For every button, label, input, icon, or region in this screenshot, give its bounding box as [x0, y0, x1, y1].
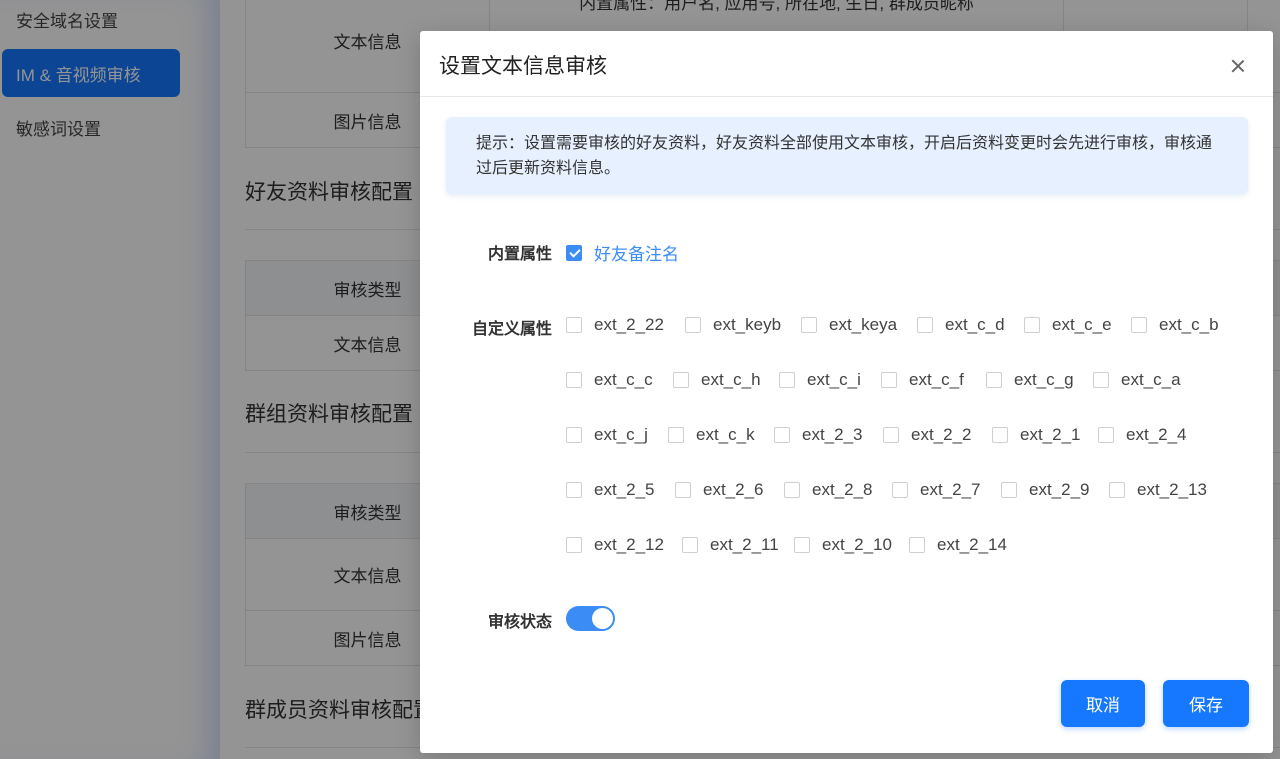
checkbox-box[interactable]	[668, 427, 684, 443]
checkbox-label: ext_2_2	[911, 425, 972, 444]
checkbox-box[interactable]	[1131, 317, 1147, 333]
custom-checkbox-ext-2-3[interactable]: ext_2_3	[774, 425, 863, 445]
custom-checkbox-ext-2-13[interactable]: ext_2_13	[1109, 480, 1207, 500]
checkbox-label: 好友备注名	[594, 245, 679, 264]
checkbox-label: ext_c_k	[696, 425, 755, 444]
checkbox-box[interactable]	[986, 372, 1002, 388]
custom-checkbox-ext-2-22[interactable]: ext_2_22	[566, 315, 664, 335]
checkbox-box[interactable]	[682, 537, 698, 553]
custom-checkbox-ext-2-12[interactable]: ext_2_12	[566, 535, 664, 555]
checkbox-check-icon[interactable]	[566, 244, 582, 261]
close-icon[interactable]	[1229, 57, 1247, 75]
cancel-button[interactable]: 取消	[1061, 680, 1145, 727]
checkbox-label: ext_keya	[829, 315, 898, 334]
custom-checkbox-ext-keyb[interactable]: ext_keyb	[685, 315, 781, 335]
checkbox-box[interactable]	[917, 317, 933, 333]
checkbox-label: ext_c_a	[1121, 370, 1181, 389]
dialog-divider	[420, 96, 1273, 97]
checkbox-label: ext_2_3	[802, 425, 863, 444]
checkbox-label: ext_2_22	[594, 315, 664, 334]
checkbox-box[interactable]	[883, 427, 899, 443]
checkbox-box[interactable]	[784, 482, 800, 498]
custom-checkbox-ext-2-1[interactable]: ext_2_1	[992, 425, 1081, 445]
checkbox-box[interactable]	[1098, 427, 1114, 443]
custom-checkbox-ext-2-8[interactable]: ext_2_8	[784, 480, 873, 500]
checkbox-box[interactable]	[1109, 482, 1125, 498]
checkbox-box[interactable]	[774, 427, 790, 443]
review-status-label: 审核状态	[487, 614, 552, 631]
custom-checkbox-ext-2-2[interactable]: ext_2_2	[883, 425, 972, 445]
checkbox-box[interactable]	[779, 372, 795, 388]
checkbox-label: ext_c_d	[945, 315, 1005, 334]
checkbox-box[interactable]	[1001, 482, 1017, 498]
custom-checkbox-ext-2-7[interactable]: ext_2_7	[892, 480, 981, 500]
checkbox-label: ext_c_j	[594, 425, 648, 444]
custom-checkbox-ext-c-g[interactable]: ext_c_g	[986, 370, 1074, 390]
custom-checkbox-ext-c-f[interactable]: ext_c_f	[881, 370, 964, 390]
checkbox-box[interactable]	[909, 537, 925, 553]
checkbox-label: ext_c_g	[1014, 370, 1074, 389]
custom-attributes-label: 自定义属性	[471, 321, 552, 338]
checkbox-box[interactable]	[892, 482, 908, 498]
dialog-title: 设置文本信息审核	[439, 55, 607, 78]
custom-checkbox-ext-c-j[interactable]: ext_c_j	[566, 425, 648, 445]
checkbox-label: ext_2_4	[1126, 425, 1187, 444]
checkbox-label: ext_2_8	[812, 480, 873, 499]
review-status-toggle[interactable]	[566, 606, 615, 631]
custom-checkbox-ext-keya[interactable]: ext_keya	[801, 315, 897, 335]
checkbox-label: ext_2_9	[1029, 480, 1090, 499]
custom-checkbox-ext-2-10[interactable]: ext_2_10	[794, 535, 892, 555]
checkbox-label: ext_2_10	[822, 535, 892, 554]
custom-checkbox-ext-2-4[interactable]: ext_2_4	[1098, 425, 1187, 445]
checkbox-label: ext_2_11	[710, 535, 779, 554]
checkbox-label: ext_2_5	[594, 480, 655, 499]
checkbox-label: ext_2_1	[1020, 425, 1081, 444]
checkbox-box[interactable]	[881, 372, 897, 388]
checkbox-box[interactable]	[675, 482, 691, 498]
checkbox-box[interactable]	[1024, 317, 1040, 333]
custom-checkbox-ext-c-d[interactable]: ext_c_d	[917, 315, 1005, 335]
checkbox-box[interactable]	[992, 427, 1008, 443]
checkbox-label: ext_c_h	[701, 370, 761, 389]
tip-banner: 提示：设置需要审核的好友资料，好友资料全部使用文本审核，开启后资料变更时会先进行…	[446, 117, 1248, 194]
checkbox-box[interactable]	[685, 317, 701, 333]
checkbox-label: ext_2_13	[1137, 480, 1207, 499]
checkbox-box[interactable]	[801, 317, 817, 333]
custom-checkbox-ext-c-a[interactable]: ext_c_a	[1093, 370, 1181, 390]
custom-checkbox-ext-c-c[interactable]: ext_c_c	[566, 370, 653, 390]
checkbox-label: ext_2_7	[920, 480, 981, 499]
custom-checkbox-ext-2-5[interactable]: ext_2_5	[566, 480, 655, 500]
custom-checkbox-ext-2-14[interactable]: ext_2_14	[909, 535, 1007, 555]
checkbox-box[interactable]	[566, 537, 582, 553]
checkbox-box[interactable]	[1093, 372, 1109, 388]
checkbox-box[interactable]	[566, 372, 582, 388]
toggle-knob	[592, 608, 613, 629]
custom-checkbox-ext-2-11[interactable]: ext_2_11	[682, 535, 779, 555]
custom-checkbox-ext-2-6[interactable]: ext_2_6	[675, 480, 764, 500]
builtin-checkbox-friend-remark[interactable]: 好友备注名	[566, 240, 679, 265]
checkbox-label: ext_2_6	[703, 480, 764, 499]
custom-checkbox-ext-2-9[interactable]: ext_2_9	[1001, 480, 1090, 500]
checkbox-label: ext_c_e	[1052, 315, 1112, 334]
checkbox-label: ext_c_i	[807, 370, 861, 389]
builtin-attributes-label: 内置属性	[487, 246, 552, 263]
text-review-dialog: 设置文本信息审核 提示：设置需要审核的好友资料，好友资料全部使用文本审核，开启后…	[420, 31, 1273, 753]
checkbox-label: ext_keyb	[713, 315, 782, 334]
checkbox-box[interactable]	[566, 317, 582, 333]
checkbox-label: ext_c_f	[909, 370, 964, 389]
custom-checkbox-ext-c-k[interactable]: ext_c_k	[668, 425, 755, 445]
checkbox-box[interactable]	[673, 372, 689, 388]
custom-checkbox-ext-c-i[interactable]: ext_c_i	[779, 370, 861, 390]
checkbox-label: ext_2_14	[937, 535, 1007, 554]
custom-checkbox-ext-c-b[interactable]: ext_c_b	[1131, 315, 1219, 335]
custom-checkbox-ext-c-e[interactable]: ext_c_e	[1024, 315, 1112, 335]
custom-checkbox-ext-c-h[interactable]: ext_c_h	[673, 370, 761, 390]
checkbox-label: ext_2_12	[594, 535, 664, 554]
checkbox-label: ext_c_b	[1159, 315, 1219, 334]
checkbox-box[interactable]	[566, 427, 582, 443]
save-button[interactable]: 保存	[1163, 680, 1249, 727]
checkbox-box[interactable]	[794, 537, 810, 553]
checkbox-box[interactable]	[566, 482, 582, 498]
checkbox-label: ext_c_c	[594, 370, 653, 389]
